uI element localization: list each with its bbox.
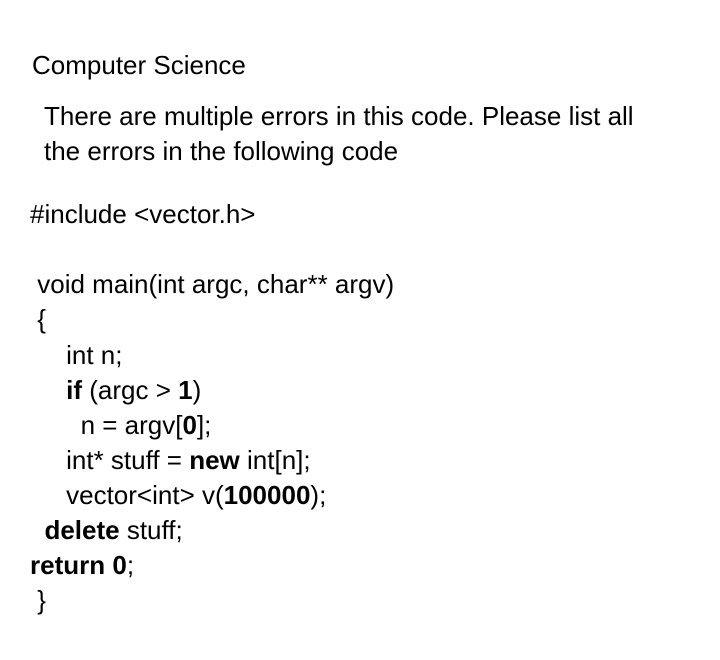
code-return-close: ; (127, 550, 134, 580)
code-line-open-brace: { (37, 304, 46, 334)
code-keyword-delete: delete (44, 515, 119, 545)
code-line-vector: vector<int> v( (30, 480, 224, 510)
code-num-ret0: 0 (112, 550, 126, 580)
code-if-close: ) (193, 375, 202, 405)
question-text: There are multiple errors in this code. … (44, 99, 664, 169)
code-vector-close: ); (310, 480, 326, 510)
code-keyword-new: new (189, 445, 240, 475)
code-keyword-if: if (66, 375, 82, 405)
code-num-100000: 100000 (224, 480, 311, 510)
code-if-cond: (argc > (82, 375, 178, 405)
code-line-if-indent (30, 375, 66, 405)
subject-heading: Computer Science (32, 50, 690, 81)
code-block: #include <vector.h> void main(int argc, … (30, 197, 690, 618)
code-line-stuff: int* stuff = (30, 445, 189, 475)
code-line-main: void main(int argc, char** argv) (37, 269, 394, 299)
code-num-0: 0 (182, 410, 196, 440)
code-line-close-brace: } (30, 585, 46, 615)
code-line-delete-indent (30, 515, 44, 545)
code-delete-post: stuff; (120, 515, 183, 545)
code-assign-close: ]; (197, 410, 211, 440)
code-line-int-n: int n; (30, 340, 123, 370)
code-keyword-return: return (30, 550, 105, 580)
code-line-assign: n = argv[ (30, 410, 182, 440)
code-stuff-post: int[n]; (240, 445, 311, 475)
code-num-1: 1 (178, 375, 192, 405)
code-line-include: #include <vector.h> (30, 199, 256, 229)
